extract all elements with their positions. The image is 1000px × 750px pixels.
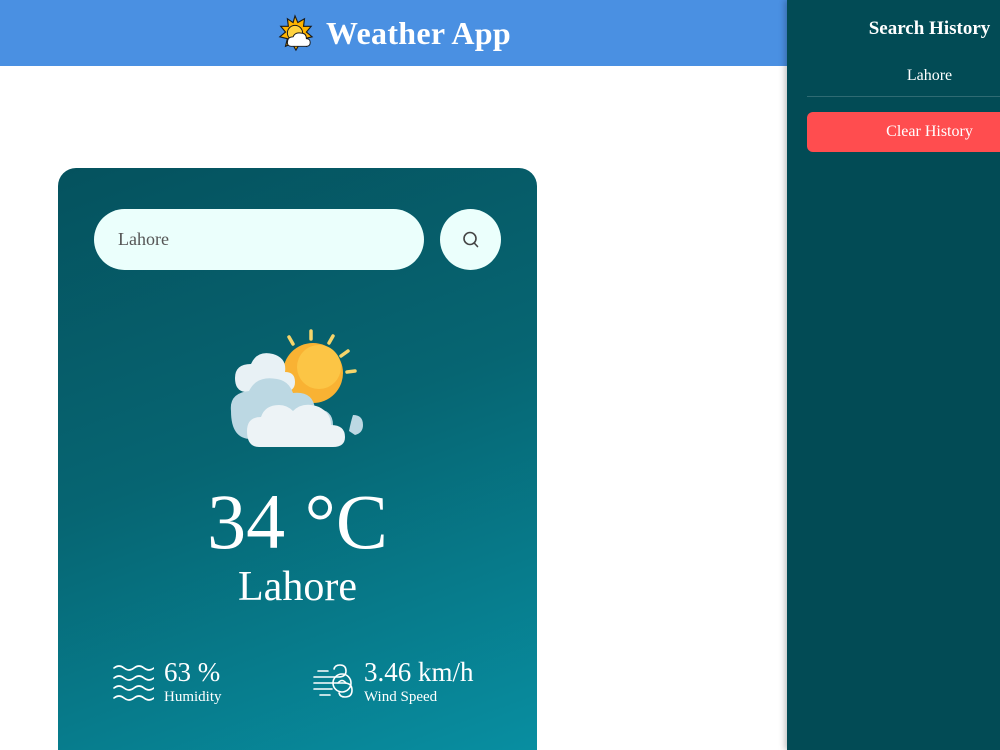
sidebar-title: Search History [868,18,991,39]
header-brand: Weather App [276,14,511,52]
weather-app: Weather App Search History Lahore Clear … [0,0,1000,750]
search-icon [462,231,478,247]
wind-detail: 3.46 km/h Wind Speed [312,657,474,706]
temperature-display: 34 °C [207,478,388,565]
humidity-value: 63 % [164,657,221,687]
sun-cloud-icon [278,14,314,52]
clear-history-button[interactable]: Clear History [807,112,1000,152]
wind-value: 3.46 km/h [364,657,474,687]
humidity-detail: 63 % Humidity [112,657,222,706]
partly-cloudy-icon [230,329,363,447]
wind-label: Wind Speed [364,688,438,705]
wind-icon [313,664,353,698]
search-button[interactable] [440,209,501,270]
wind-text: 3.46 km/h Wind Speed [364,657,474,706]
city-name: Lahore [238,564,357,610]
history-item[interactable]: Lahore [807,60,1000,97]
humidity-waves-icon [113,665,154,701]
app-header: Weather App [0,0,787,66]
weather-card: 34 °C Lahore 63 % Humidity [58,168,537,750]
city-search-input[interactable] [94,209,424,270]
humidity-text: 63 % Humidity [164,657,222,706]
search-history-sidebar: Search History Lahore Clear History [787,0,1000,750]
humidity-label: Humidity [164,688,222,705]
app-title: Weather App [326,14,511,51]
